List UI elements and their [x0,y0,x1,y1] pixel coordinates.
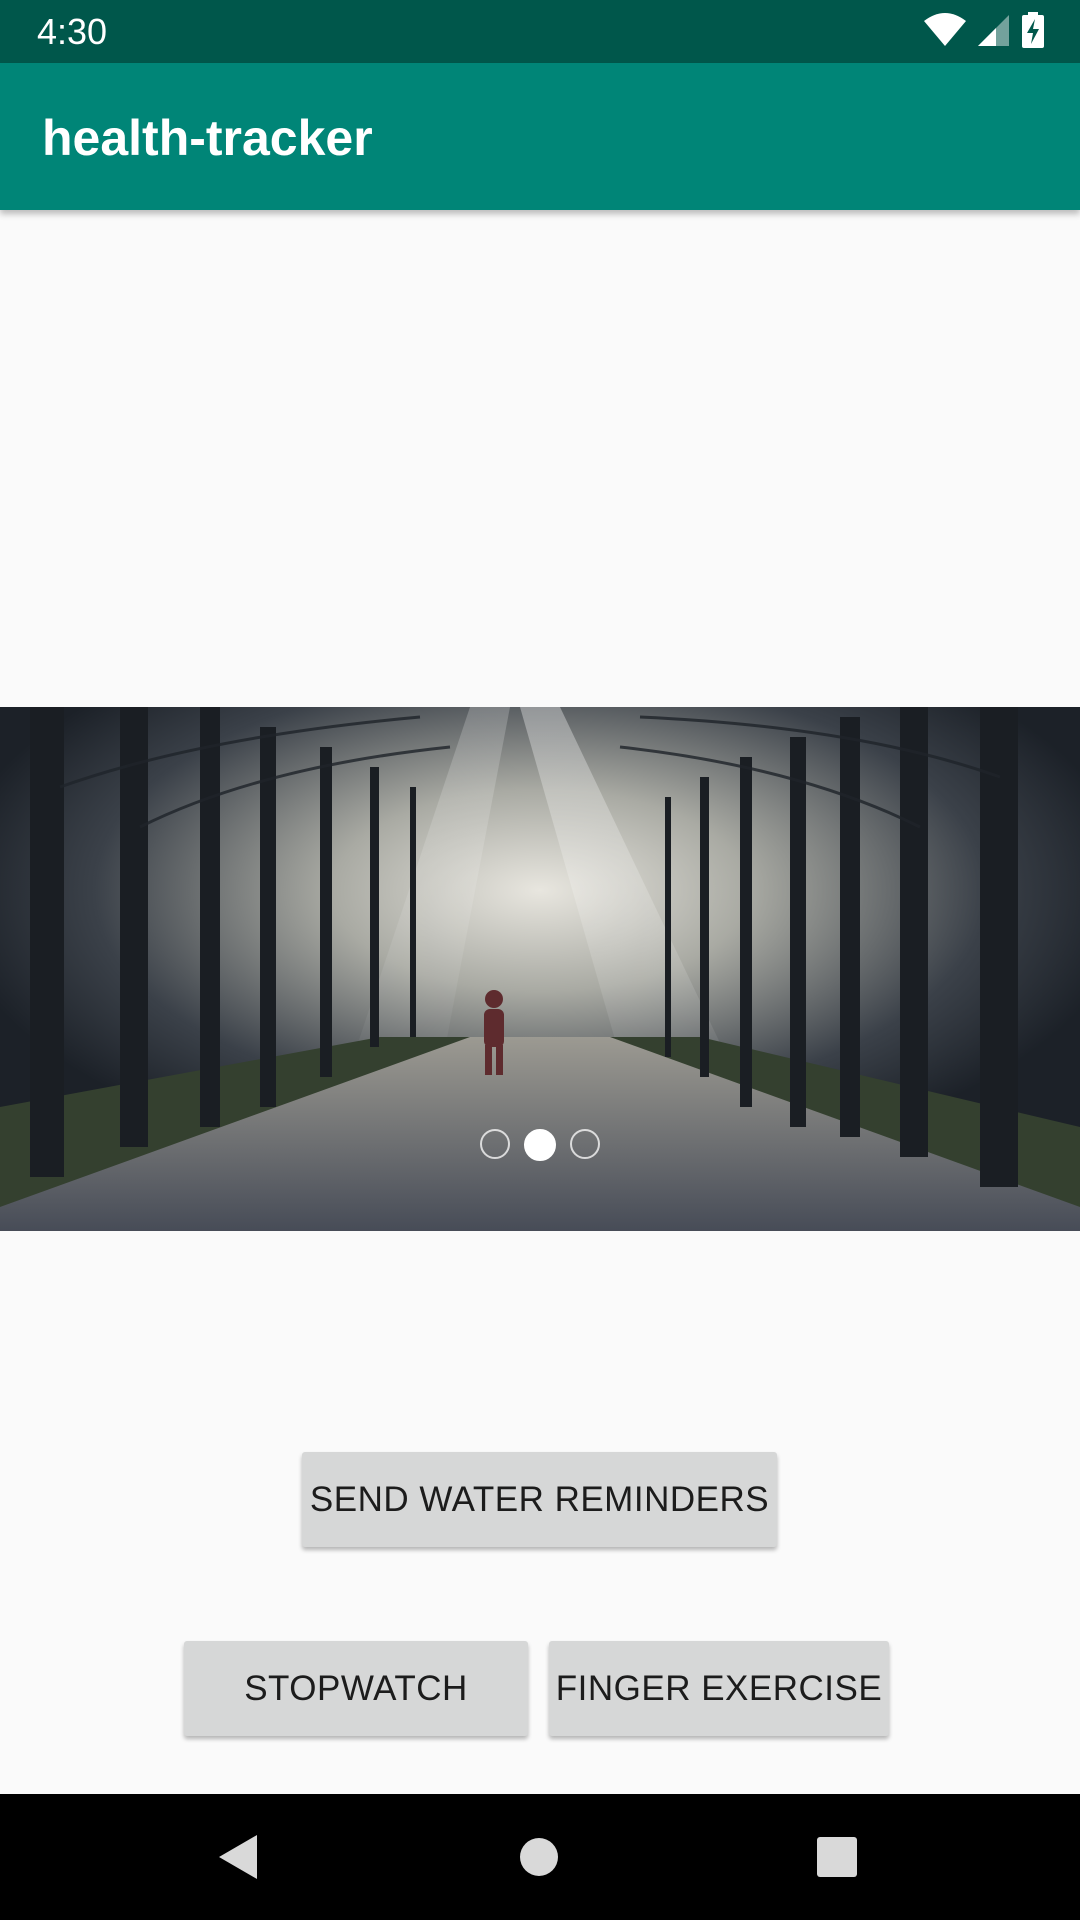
cellular-signal-icon [978,13,1010,52]
home-icon [520,1838,558,1876]
back-button[interactable] [206,1824,272,1890]
stopwatch-button[interactable]: STOPWATCH [184,1641,528,1736]
finger-exercise-button[interactable]: FINGER EXERCISE [549,1641,889,1736]
carousel-dot-active[interactable] [524,1129,556,1161]
app-bar: health-tracker [0,63,1080,210]
image-carousel[interactable] [0,707,1080,1231]
status-icons [924,11,1044,53]
carousel-dot[interactable] [570,1129,600,1159]
home-button[interactable] [506,1824,572,1890]
recents-button[interactable] [804,1824,870,1890]
navigation-bar [0,1794,1080,1920]
screen: 4:30 health-tracker SEND WATER REMINDERS… [0,0,1080,1920]
carousel-indicator [0,1129,1080,1165]
carousel-dot[interactable] [480,1129,510,1159]
send-water-reminders-button[interactable]: SEND WATER REMINDERS [302,1452,777,1547]
battery-charging-icon [1022,11,1044,53]
recents-icon [817,1837,857,1877]
back-icon [219,1835,257,1879]
status-time: 4:30 [37,11,108,52]
app-title: health-tracker [42,110,373,166]
status-bar: 4:30 [0,0,1080,63]
wifi-icon [924,12,966,52]
